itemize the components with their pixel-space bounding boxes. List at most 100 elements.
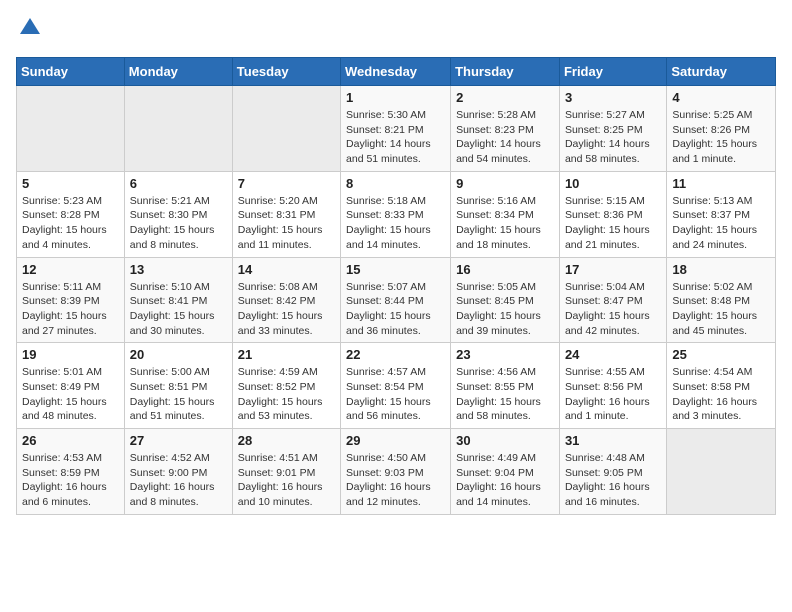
- day-number: 28: [238, 433, 335, 448]
- day-number: 24: [565, 347, 661, 362]
- day-number: 10: [565, 176, 661, 191]
- calendar-cell: 1Sunrise: 5:30 AMSunset: 8:21 PMDaylight…: [341, 86, 451, 172]
- calendar-week-3: 12Sunrise: 5:11 AMSunset: 8:39 PMDayligh…: [17, 257, 776, 343]
- calendar-cell: 19Sunrise: 5:01 AMSunset: 8:49 PMDayligh…: [17, 343, 125, 429]
- day-info: Sunrise: 5:11 AMSunset: 8:39 PMDaylight:…: [22, 280, 119, 339]
- calendar-cell: [17, 86, 125, 172]
- header-monday: Monday: [124, 58, 232, 86]
- day-info: Sunrise: 5:21 AMSunset: 8:30 PMDaylight:…: [130, 194, 227, 253]
- day-info: Sunrise: 5:28 AMSunset: 8:23 PMDaylight:…: [456, 108, 554, 167]
- day-number: 26: [22, 433, 119, 448]
- day-info: Sunrise: 4:48 AMSunset: 9:05 PMDaylight:…: [565, 451, 661, 510]
- calendar-cell: 28 Sunrise: 4:51 AMSunset: 9:01 PMDayligh…: [232, 429, 340, 515]
- logo-icon: [18, 16, 42, 40]
- header-friday: Friday: [559, 58, 666, 86]
- day-info: Sunrise: 5:10 AMSunset: 8:41 PMDaylight:…: [130, 280, 227, 339]
- day-number: 18: [672, 262, 770, 277]
- day-info: Sunrise: 5:02 AMSunset: 8:48 PMDaylight:…: [672, 280, 770, 339]
- day-info: Sunrise: 4:53 AMSunset: 8:59 PMDaylight:…: [22, 451, 119, 510]
- calendar-cell: 7 Sunrise: 5:20 AMSunset: 8:31 PMDaylight…: [232, 171, 340, 257]
- calendar-cell: 6 Sunrise: 5:21 AMSunset: 8:30 PMDaylight…: [124, 171, 232, 257]
- calendar-cell: 30 Sunrise: 4:49 AMSunset: 9:04 PMDayligh…: [451, 429, 560, 515]
- day-number: 19: [22, 347, 119, 362]
- day-info: Sunrise: 5:05 AMSunset: 8:45 PMDaylight:…: [456, 280, 554, 339]
- day-info: Sunrise: 5:23 AMSunset: 8:28 PMDaylight:…: [22, 194, 119, 253]
- day-number: 23: [456, 347, 554, 362]
- header-wednesday: Wednesday: [341, 58, 451, 86]
- day-info: Sunrise: 4:52 AMSunset: 9:00 PMDaylight:…: [130, 451, 227, 510]
- header-tuesday: Tuesday: [232, 58, 340, 86]
- day-number: 2: [456, 90, 554, 105]
- day-number: 8: [346, 176, 445, 191]
- day-number: 21: [238, 347, 335, 362]
- calendar-cell: 18 Sunrise: 5:02 AMSunset: 8:48 PMDayligh…: [667, 257, 776, 343]
- calendar-cell: 13 Sunrise: 5:10 AMSunset: 8:41 PMDayligh…: [124, 257, 232, 343]
- calendar-cell: 23 Sunrise: 4:56 AMSunset: 8:55 PMDayligh…: [451, 343, 560, 429]
- calendar-cell: 22 Sunrise: 4:57 AMSunset: 8:54 PMDayligh…: [341, 343, 451, 429]
- day-info: Sunrise: 5:07 AMSunset: 8:44 PMDaylight:…: [346, 280, 445, 339]
- day-info: Sunrise: 5:15 AMSunset: 8:36 PMDaylight:…: [565, 194, 661, 253]
- day-info: Sunrise: 5:16 AMSunset: 8:34 PMDaylight:…: [456, 194, 554, 253]
- day-number: 25: [672, 347, 770, 362]
- calendar-cell: 11 Sunrise: 5:13 AMSunset: 8:37 PMDayligh…: [667, 171, 776, 257]
- calendar-cell: 9 Sunrise: 5:16 AMSunset: 8:34 PMDaylight…: [451, 171, 560, 257]
- calendar-table: SundayMondayTuesdayWednesdayThursdayFrid…: [16, 57, 776, 515]
- calendar-cell: 27 Sunrise: 4:52 AMSunset: 9:00 PMDayligh…: [124, 429, 232, 515]
- day-number: 13: [130, 262, 227, 277]
- day-info: Sunrise: 4:56 AMSunset: 8:55 PMDaylight:…: [456, 365, 554, 424]
- day-number: 29: [346, 433, 445, 448]
- day-number: 30: [456, 433, 554, 448]
- calendar-cell: 4Sunrise: 5:25 AMSunset: 8:26 PMDaylight…: [667, 86, 776, 172]
- calendar-cell: [667, 429, 776, 515]
- day-number: 3: [565, 90, 661, 105]
- calendar-week-2: 5 Sunrise: 5:23 AMSunset: 8:28 PMDaylight…: [17, 171, 776, 257]
- day-info: Sunrise: 4:51 AMSunset: 9:01 PMDaylight:…: [238, 451, 335, 510]
- calendar-cell: [124, 86, 232, 172]
- header-saturday: Saturday: [667, 58, 776, 86]
- day-number: 11: [672, 176, 770, 191]
- calendar-week-1: 1Sunrise: 5:30 AMSunset: 8:21 PMDaylight…: [17, 86, 776, 172]
- calendar-cell: 14 Sunrise: 5:08 AMSunset: 8:42 PMDayligh…: [232, 257, 340, 343]
- day-number: 22: [346, 347, 445, 362]
- day-number: 15: [346, 262, 445, 277]
- day-info: Sunrise: 5:25 AMSunset: 8:26 PMDaylight:…: [672, 108, 770, 167]
- day-number: 14: [238, 262, 335, 277]
- day-info: Sunrise: 4:49 AMSunset: 9:04 PMDaylight:…: [456, 451, 554, 510]
- day-info: Sunrise: 5:20 AMSunset: 8:31 PMDaylight:…: [238, 194, 335, 253]
- day-info: Sunrise: 5:27 AMSunset: 8:25 PMDaylight:…: [565, 108, 661, 167]
- day-info: Sunrise: 5:08 AMSunset: 8:42 PMDaylight:…: [238, 280, 335, 339]
- calendar-cell: 29 Sunrise: 4:50 AMSunset: 9:03 PMDayligh…: [341, 429, 451, 515]
- day-info: Sunrise: 4:50 AMSunset: 9:03 PMDaylight:…: [346, 451, 445, 510]
- calendar-cell: 5 Sunrise: 5:23 AMSunset: 8:28 PMDaylight…: [17, 171, 125, 257]
- calendar-cell: 3 Sunrise: 5:27 AMSunset: 8:25 PMDaylight…: [559, 86, 666, 172]
- day-number: 6: [130, 176, 227, 191]
- calendar-cell: 31 Sunrise: 4:48 AMSunset: 9:05 PMDayligh…: [559, 429, 666, 515]
- day-info: Sunrise: 5:18 AMSunset: 8:33 PMDaylight:…: [346, 194, 445, 253]
- calendar-cell: 12Sunrise: 5:11 AMSunset: 8:39 PMDayligh…: [17, 257, 125, 343]
- day-info: Sunrise: 5:13 AMSunset: 8:37 PMDaylight:…: [672, 194, 770, 253]
- calendar-header: SundayMondayTuesdayWednesdayThursdayFrid…: [17, 58, 776, 86]
- calendar-cell: 17Sunrise: 5:04 AMSunset: 8:47 PMDayligh…: [559, 257, 666, 343]
- calendar-cell: 16 Sunrise: 5:05 AMSunset: 8:45 PMDayligh…: [451, 257, 560, 343]
- header-thursday: Thursday: [451, 58, 560, 86]
- day-number: 20: [130, 347, 227, 362]
- day-info: Sunrise: 4:59 AMSunset: 8:52 PMDaylight:…: [238, 365, 335, 424]
- day-info: Sunrise: 5:00 AMSunset: 8:51 PMDaylight:…: [130, 365, 227, 424]
- header-sunday: Sunday: [17, 58, 125, 86]
- day-number: 9: [456, 176, 554, 191]
- page-header: [16, 16, 776, 45]
- calendar-cell: 10 Sunrise: 5:15 AMSunset: 8:36 PMDayligh…: [559, 171, 666, 257]
- calendar-week-4: 19Sunrise: 5:01 AMSunset: 8:49 PMDayligh…: [17, 343, 776, 429]
- calendar-cell: 8 Sunrise: 5:18 AMSunset: 8:33 PMDaylight…: [341, 171, 451, 257]
- day-info: Sunrise: 5:30 AMSunset: 8:21 PMDaylight:…: [346, 108, 445, 167]
- day-number: 16: [456, 262, 554, 277]
- calendar-cell: 25Sunrise: 4:54 AMSunset: 8:58 PMDayligh…: [667, 343, 776, 429]
- day-number: 27: [130, 433, 227, 448]
- calendar-week-5: 26 Sunrise: 4:53 AMSunset: 8:59 PMDayligh…: [17, 429, 776, 515]
- calendar-cell: [232, 86, 340, 172]
- day-number: 7: [238, 176, 335, 191]
- day-number: 5: [22, 176, 119, 191]
- day-info: Sunrise: 4:57 AMSunset: 8:54 PMDaylight:…: [346, 365, 445, 424]
- day-number: 31: [565, 433, 661, 448]
- calendar-cell: 21 Sunrise: 4:59 AMSunset: 8:52 PMDayligh…: [232, 343, 340, 429]
